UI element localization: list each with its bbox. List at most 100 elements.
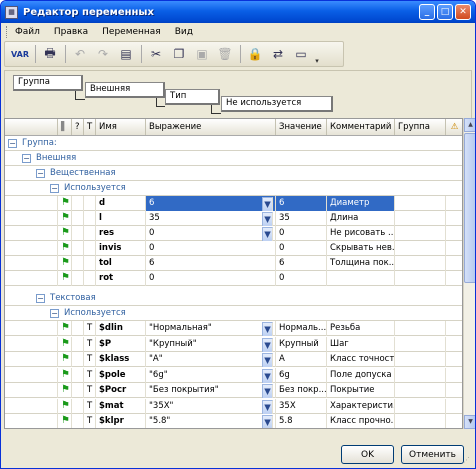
type-cell[interactable] <box>84 211 96 226</box>
name-cell[interactable]: $Pocr <box>96 383 146 398</box>
flag-cell[interactable]: ⚑ <box>58 367 72 383</box>
header-comment[interactable]: Комментарий <box>327 119 395 135</box>
comment-cell[interactable]: Не рисовать ... <box>327 226 395 241</box>
expression-cell[interactable]: 0 ▼ <box>146 226 276 241</box>
toolbar-overflow[interactable]: ▾ <box>313 43 321 65</box>
collapse-icon[interactable]: − <box>50 183 59 193</box>
minimize-button[interactable]: _ <box>419 4 435 20</box>
group-cell[interactable] <box>395 352 446 367</box>
header-type[interactable]: T <box>84 119 96 135</box>
value-cell[interactable]: 0 <box>276 226 327 241</box>
value-cell[interactable]: A <box>276 352 327 367</box>
group-row-used-real[interactable]: − Используется <box>5 181 462 196</box>
question-cell[interactable] <box>72 271 84 286</box>
flag-cell[interactable]: ⚑ <box>58 226 72 241</box>
resize-grip[interactable]: ⋰ <box>463 456 473 466</box>
header-flag[interactable]: ▌ <box>58 119 72 135</box>
type-cell[interactable] <box>84 271 96 286</box>
expression-cell[interactable]: "Нормальная" ▼ <box>146 321 276 336</box>
variable-row[interactable]: ⚑ T $klass "A" ▼ A Класс точности <box>5 352 462 367</box>
type-cell[interactable]: T <box>84 383 96 398</box>
menu-file[interactable]: Файл <box>15 27 40 37</box>
comment-cell[interactable]: Скрывать нев... <box>327 241 395 256</box>
print-button[interactable]: 🖶 <box>39 43 61 65</box>
cancel-button[interactable]: Отменить <box>401 445 464 464</box>
name-cell[interactable]: res <box>96 226 146 241</box>
question-cell[interactable] <box>72 336 84 352</box>
collapse-icon[interactable]: − <box>8 138 17 148</box>
variable-row[interactable]: ⚑ tol 6 6 Толщина пок... <box>5 256 462 271</box>
new-variable-button[interactable]: VAR <box>9 43 31 65</box>
variable-row[interactable]: ⚑ d 6 ▼ 6 Диаметр <box>5 196 462 211</box>
variable-row[interactable]: ⚑ l 35 ▼ 35 Длина <box>5 211 462 226</box>
question-cell[interactable] <box>72 367 84 383</box>
header-question[interactable]: ? <box>72 119 84 135</box>
value-cell[interactable]: Нормаль... <box>276 321 327 336</box>
cut-button[interactable]: ✂ <box>145 43 167 65</box>
dropdown-arrow-icon[interactable]: ▼ <box>262 322 273 336</box>
variable-row[interactable]: ⚑ T $mat "35X" ▼ 35X Характеристи... <box>5 398 462 414</box>
expression-cell[interactable]: "6g" ▼ <box>146 367 276 383</box>
link-button[interactable]: ⇄ <box>267 43 289 65</box>
flag-cell[interactable]: ⚑ <box>58 414 72 428</box>
variable-row[interactable]: ⚑ T $P "Крупный" ▼ Крупный Шаг <box>5 336 462 352</box>
delete-button[interactable]: 🗑 <box>214 43 236 65</box>
flag-cell[interactable]: ⚑ <box>58 321 72 336</box>
group-cell[interactable] <box>395 241 446 256</box>
name-cell[interactable]: $klass <box>96 352 146 367</box>
flag-cell[interactable]: ⚑ <box>58 241 72 256</box>
comment-cell[interactable]: Толщина пок... <box>327 256 395 271</box>
name-cell[interactable]: tol <box>96 256 146 271</box>
group-chip-group[interactable]: Группа <box>13 75 83 91</box>
menu-variable[interactable]: Переменная <box>102 27 161 37</box>
dropdown-arrow-icon[interactable]: ▼ <box>262 415 273 428</box>
header-group[interactable]: Группа <box>395 119 446 135</box>
header-name[interactable]: Имя <box>96 119 146 135</box>
menu-view[interactable]: Вид <box>175 27 193 37</box>
group-chip-type[interactable]: Тип <box>165 89 220 105</box>
flag-cell[interactable]: ⚑ <box>58 256 72 271</box>
flag-cell[interactable]: ⚑ <box>58 383 72 398</box>
group-cell[interactable] <box>395 196 446 211</box>
flag-cell[interactable]: ⚑ <box>58 352 72 367</box>
group-row-text[interactable]: − Текстовая <box>5 291 462 306</box>
type-cell[interactable]: T <box>84 414 96 428</box>
question-cell[interactable] <box>72 414 84 428</box>
type-cell[interactable] <box>84 256 96 271</box>
name-cell[interactable]: $P <box>96 336 146 352</box>
expression-cell[interactable]: "A" ▼ <box>146 352 276 367</box>
comment-cell[interactable]: Длина <box>327 211 395 226</box>
variable-row[interactable]: ⚑ rot 0 0 <box>5 271 462 286</box>
question-cell[interactable] <box>72 211 84 226</box>
undo-button[interactable]: ↶ <box>69 43 91 65</box>
comment-cell[interactable]: Характеристи... <box>327 398 395 414</box>
group-cell[interactable] <box>395 211 446 226</box>
variable-row[interactable]: ⚑ T $pole "6g" ▼ 6g Поле допуска <box>5 367 462 383</box>
header-value[interactable]: Значение <box>276 119 327 135</box>
lock-button[interactable]: 🔒 <box>244 43 266 65</box>
group-cell[interactable] <box>395 336 446 352</box>
collapse-icon[interactable]: − <box>22 153 31 163</box>
expression-cell[interactable]: "5.8" ▼ <box>146 414 276 428</box>
expression-cell[interactable]: "Без покрытия" ▼ <box>146 383 276 398</box>
group-row-real[interactable]: − Вещественная <box>5 166 462 181</box>
type-cell[interactable] <box>84 196 96 211</box>
comment-cell[interactable]: Резьба <box>327 321 395 336</box>
value-cell[interactable]: 35 <box>276 211 327 226</box>
type-cell[interactable]: T <box>84 352 96 367</box>
copy-button[interactable]: ❐ <box>168 43 190 65</box>
flag-cell[interactable]: ⚑ <box>58 398 72 414</box>
window-button[interactable]: ▭ <box>290 43 312 65</box>
expression-cell[interactable]: "35X" ▼ <box>146 398 276 414</box>
dropdown-arrow-icon[interactable]: ▼ <box>262 197 273 211</box>
expression-cell[interactable]: "Крупный" ▼ <box>146 336 276 352</box>
properties-button[interactable]: ▤ <box>115 43 137 65</box>
dropdown-arrow-icon[interactable]: ▼ <box>262 399 273 414</box>
name-cell[interactable]: l <box>96 211 146 226</box>
value-cell[interactable]: 6 <box>276 256 327 271</box>
group-cell[interactable] <box>395 271 446 286</box>
comment-cell[interactable]: Класс точности <box>327 352 395 367</box>
collapse-icon[interactable]: − <box>50 308 59 318</box>
expression-cell[interactable]: 6 ▼ <box>146 196 276 211</box>
vertical-scrollbar[interactable]: ▲ ▼ <box>463 118 475 429</box>
